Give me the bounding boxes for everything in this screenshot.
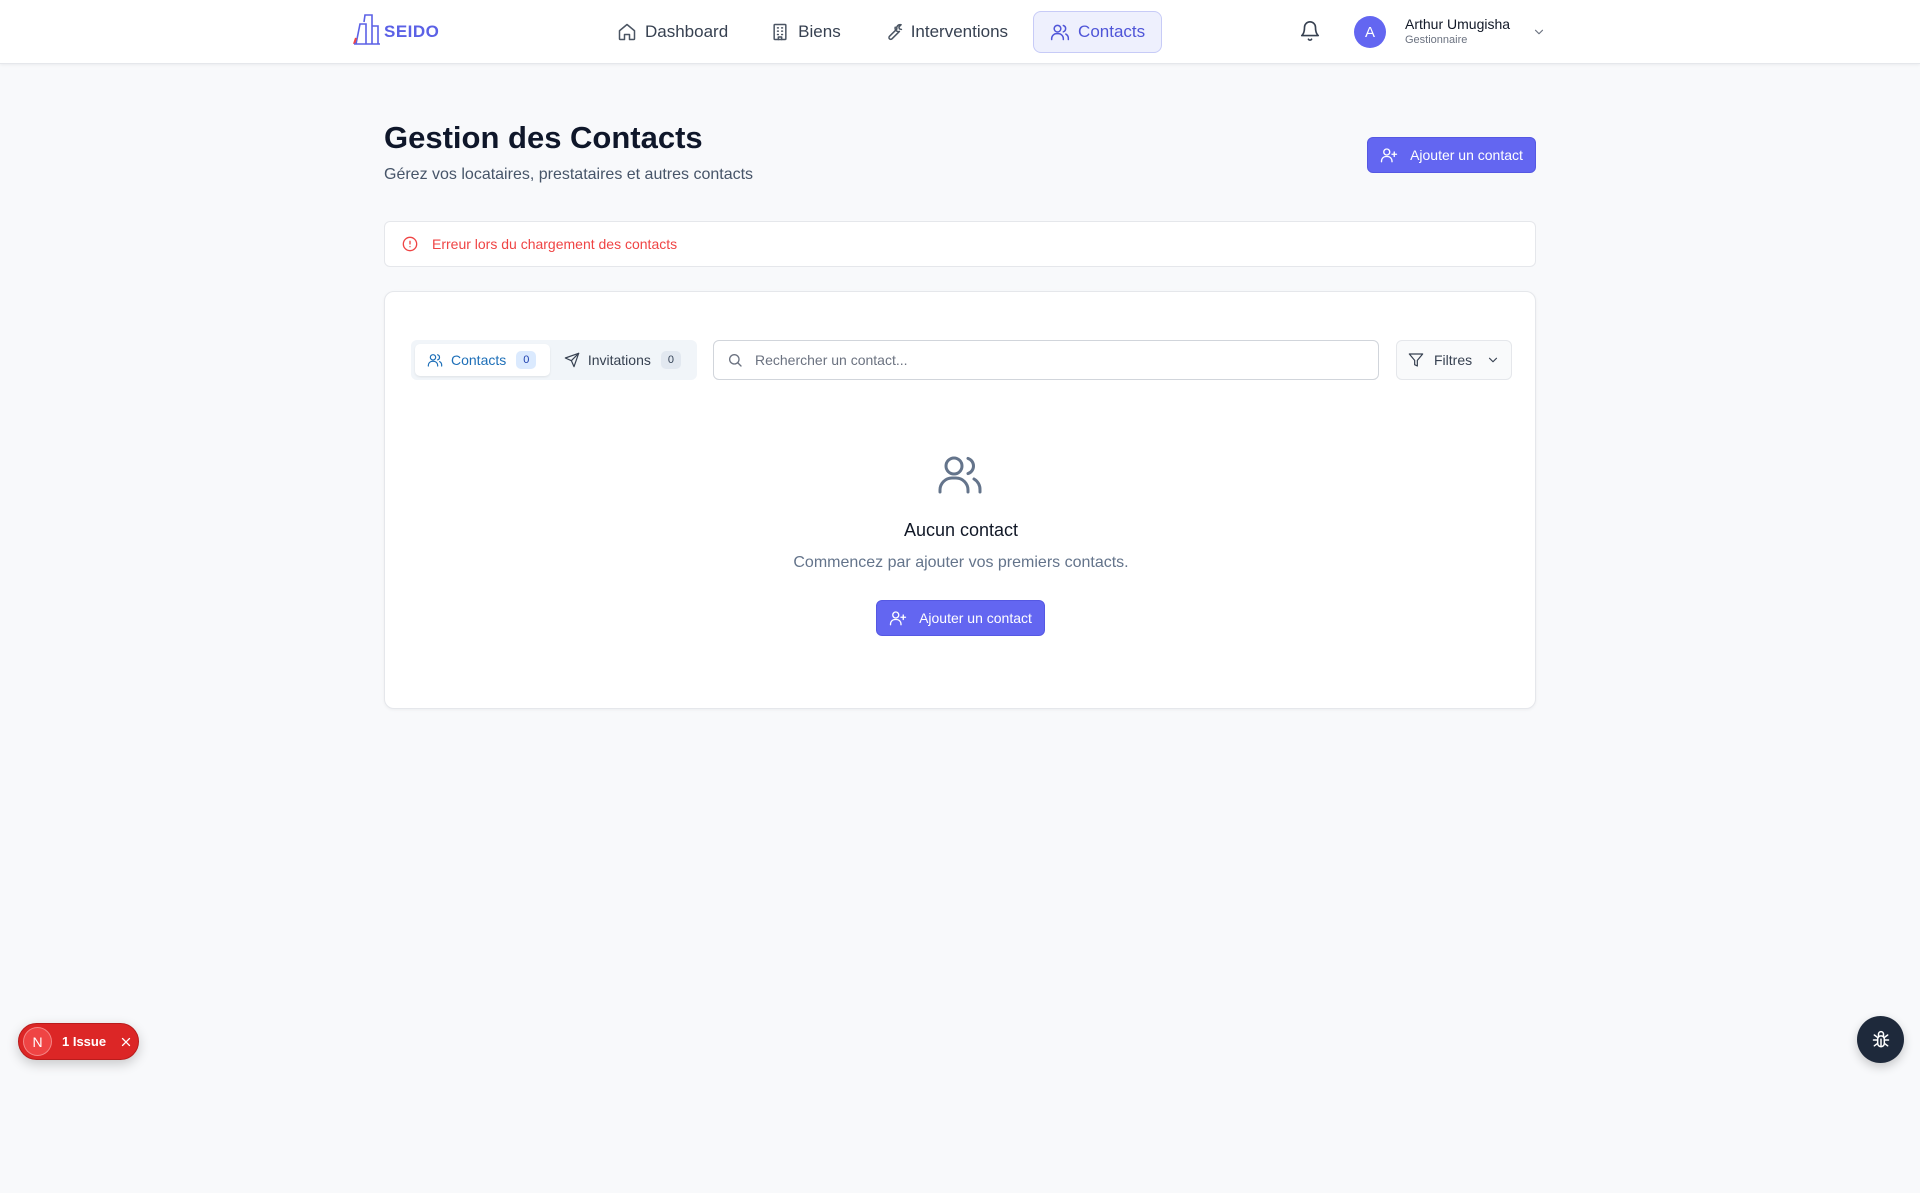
nav-contacts[interactable]: Contacts: [1033, 11, 1163, 53]
main-nav: Dashboard Biens Interventions Contacts: [600, 11, 1163, 53]
add-first-contact-button[interactable]: Ajouter un contact: [876, 600, 1045, 636]
nav-contacts-label: Contacts: [1078, 22, 1146, 41]
avatar[interactable]: A: [1354, 16, 1386, 48]
nextjs-logo: N: [23, 1027, 52, 1056]
building-icon: [773, 23, 787, 41]
issues-badge-label: 1 Issue: [62, 1034, 107, 1049]
nav-dashboard[interactable]: Dashboard: [600, 11, 745, 53]
user-plus-icon: [889, 611, 907, 626]
contacts-card: Contacts 0 Invitations 0 Filtres: [384, 291, 1536, 709]
notifications-button[interactable]: [1299, 20, 1321, 42]
send-icon: [564, 352, 580, 368]
tab-invitations-label: Invitations: [587, 352, 651, 368]
issues-badge-close[interactable]: [120, 1036, 132, 1048]
tab-contacts-label: Contacts: [451, 352, 507, 368]
bug-icon: [1872, 1030, 1889, 1047]
user-plus-icon: [1380, 148, 1398, 163]
building-logo-icon: [353, 14, 380, 45]
debug-button[interactable]: [1857, 1016, 1904, 1063]
tab-invitations[interactable]: Invitations 0: [552, 344, 693, 376]
tab-contacts[interactable]: Contacts 0: [415, 344, 550, 376]
nav-dashboard-label: Dashboard: [645, 22, 729, 41]
chevron-down-icon: [1534, 29, 1544, 35]
issues-badge[interactable]: N 1 Issue: [18, 1023, 139, 1060]
close-icon: [121, 1037, 131, 1046]
user-name[interactable]: Arthur Umugisha: [1405, 16, 1510, 32]
add-first-contact-button-label: Ajouter un contact: [919, 610, 1032, 626]
add-contact-button[interactable]: Ajouter un contact: [1367, 137, 1536, 173]
error-alert-message: Erreur lors du chargement des contacts: [432, 236, 678, 252]
tab-contacts-count: 0: [516, 351, 537, 369]
contacts-tabs: Contacts 0 Invitations 0: [411, 340, 697, 380]
search-input[interactable]: [755, 352, 1355, 368]
users-icon: [1050, 24, 1070, 41]
users-icon: [938, 456, 982, 494]
empty-state-icon: [936, 450, 984, 498]
empty-state-description: Commencez par ajouter vos premiers conta…: [793, 554, 1129, 571]
alert-circle-icon: [402, 236, 418, 252]
add-contact-button-label: Ajouter un contact: [1410, 147, 1523, 163]
nav-biens-label: Biens: [798, 22, 841, 41]
top-navbar: SEIDO Dashboard Biens Interventions Cont…: [0, 0, 1920, 64]
nav-biens[interactable]: Biens: [753, 11, 858, 53]
page-title: Gestion des Contacts: [384, 120, 703, 155]
filters-button-label: Filtres: [1434, 352, 1473, 368]
app-name: SEIDO: [384, 22, 440, 41]
app-logo[interactable]: SEIDO: [352, 12, 439, 46]
search-icon: [729, 354, 742, 367]
nav-interventions[interactable]: Interventions: [866, 11, 1025, 53]
error-alert: Erreur lors du chargement des contacts: [384, 221, 1536, 267]
user-menu-toggle[interactable]: [1532, 25, 1546, 39]
search-box: [713, 340, 1379, 380]
wrench-icon: [887, 23, 902, 41]
page-subtitle: Gérez vos locataires, prestataires et au…: [384, 166, 754, 183]
bell-icon: [1300, 21, 1320, 42]
filter-icon: [1408, 353, 1424, 367]
users-icon: [427, 354, 443, 367]
user-role: Gestionnaire: [1405, 34, 1468, 46]
filters-button[interactable]: Filtres: [1396, 340, 1512, 380]
empty-state-title: Aucun contact: [903, 520, 1019, 540]
home-icon: [618, 23, 636, 41]
tab-invitations-count: 0: [660, 351, 681, 369]
chevron-down-icon: [1489, 357, 1498, 363]
nav-interventions-label: Interventions: [910, 22, 1009, 41]
